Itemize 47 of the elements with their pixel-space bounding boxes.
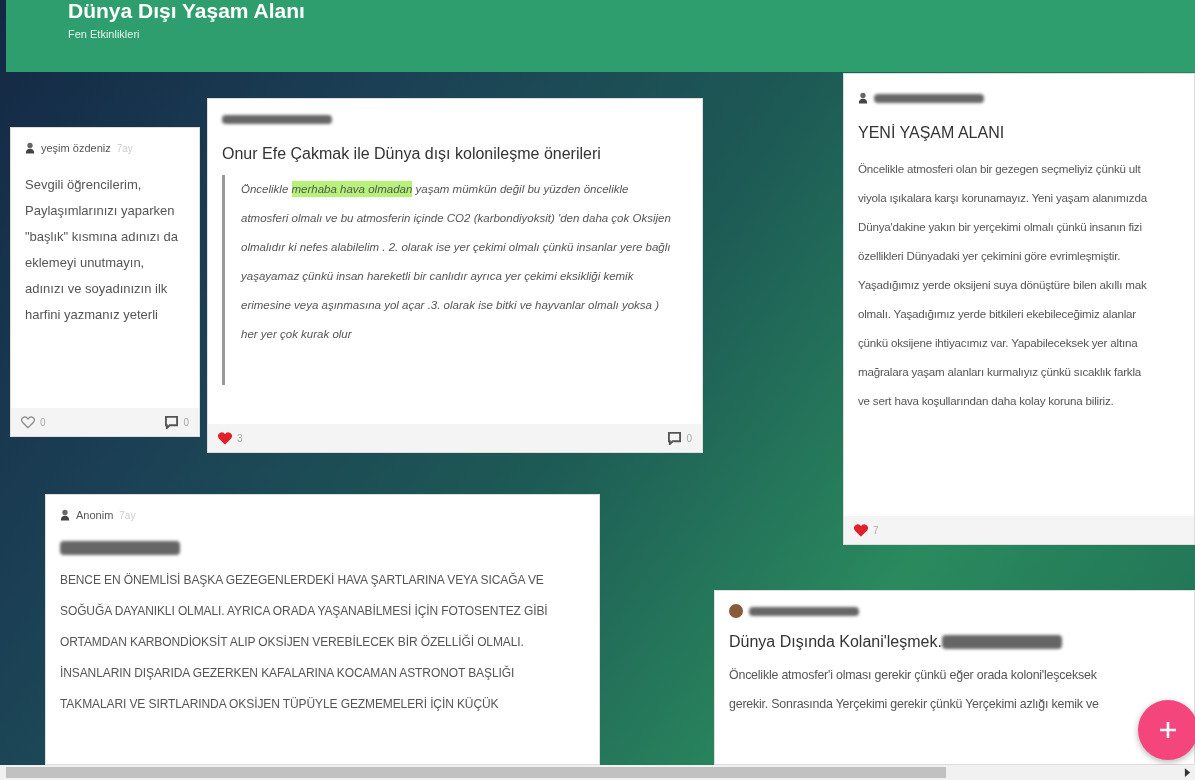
post-title: Onur Efe Çakmak ile Dünya dışı kolonileşme önerileri bbox=[222, 145, 601, 163]
horizontal-scrollbar[interactable] bbox=[0, 765, 1195, 780]
post-text-line: Öncelikle atmosfer'i olması gerekir çünkü eğer orada koloni'leşceksek bbox=[729, 667, 1098, 684]
post-text-line: BENCE EN ÖNEMLİSİ BAŞKA GEZEGENLERDEKİ HAVA ŞARTLARINA VEYA SICAĞA VE bbox=[60, 571, 545, 589]
post-text-line: TAKMALARI VE SIRTLARINDA OKSİJEN TÜPÜYLE GEZMEMELERİ İÇİN KÜÇÜK bbox=[60, 696, 500, 713]
author-name: Anonim bbox=[76, 509, 114, 521]
post-text-line: ORTAMDAN KARBONDİOKSİT ALIP OKSİJEN VEREBİLECEK BİR ÖZELLİĞİ OLMALI. bbox=[60, 633, 525, 651]
avatar-photo-placeholder bbox=[729, 604, 743, 618]
post-text-line: gerekir. Sonrasında Yerçekimi gerekir çünkü Yerçekimi azlığı kemik ve bbox=[729, 696, 1100, 713]
author-name: yeşim özdeniz bbox=[41, 142, 111, 154]
scroll-right-arrow-icon[interactable] bbox=[1184, 768, 1191, 777]
post-text-line: SOĞUĞA DAYANIKLI OLMALI. AYRICA ORADA YAŞANABİLMESİ İÇİN FOTOSENTEZ GİBİ bbox=[60, 602, 549, 620]
post-text-line: Dünya'dakine yakın bir yerçekimi olmalı çünkü insanın fizi bbox=[858, 219, 1143, 235]
post-text-line: "başlık" kısmına adınızı da bbox=[25, 228, 180, 246]
comment-count: 0 bbox=[183, 416, 189, 428]
post-text-line: eklemeyi unutmayın, bbox=[25, 254, 146, 272]
person-avatar-icon bbox=[25, 142, 35, 154]
comment-icon[interactable] bbox=[668, 431, 682, 445]
comment-icon[interactable] bbox=[165, 415, 179, 429]
post-text-line: Yaşadığımız yerde oksijeni suya dönüştüre bilen akıllı mak bbox=[858, 277, 1148, 293]
like-count: 3 bbox=[237, 432, 243, 444]
post-text-line: adınızı ve soyadınızın ilk bbox=[25, 280, 169, 298]
like-count: 7 bbox=[873, 524, 879, 536]
post-text-line: harfini yazmanız yeterli bbox=[25, 306, 159, 324]
plus-icon bbox=[1158, 720, 1178, 740]
post-text-line: özellikleri Dünyadaki yer çekimini göre evrimleşmiştir. bbox=[858, 248, 1122, 264]
post-text-line: çünkü oksijene ihtiyacımız var. Yapabileceksek yer altına bbox=[858, 335, 1139, 351]
heart-icon[interactable] bbox=[854, 523, 868, 537]
like-count: 0 bbox=[40, 416, 46, 428]
heart-icon[interactable] bbox=[21, 415, 35, 429]
post-title: Dünya Dışında Kolani'leşmek. bbox=[729, 633, 942, 651]
person-avatar-icon bbox=[858, 92, 868, 104]
post-text-line: Sevgili öğrencilerim, bbox=[25, 176, 143, 194]
post-text-line: viyola ışıkalara karşı korunamayız. Yeni yaşam alanımızda bbox=[858, 190, 1148, 206]
heart-icon[interactable] bbox=[218, 431, 232, 445]
board-title: Dünya Dışı Yaşam Alanı bbox=[68, 0, 306, 22]
post-text-line: olmalı. Yaşadığımız yerde bitkileri ekebileceğimiz alanlar bbox=[858, 306, 1137, 322]
post-text-line: ve sert hava koşullarından daha kolay koruna biliriz. bbox=[858, 393, 1115, 409]
scrollbar-thumb[interactable] bbox=[6, 767, 946, 778]
post-title: YENİ YAŞAM ALANI bbox=[858, 124, 1005, 142]
post-text-line: mağralara yaşam alanları kurmalıyız çünkü sıcaklık farkla bbox=[858, 364, 1143, 380]
post-text-line: Öncelikle atmosferi olan bir gezegen seçmeliyiz çünkü ult bbox=[858, 161, 1142, 177]
person-avatar-icon bbox=[60, 509, 70, 521]
comment-count: 0 bbox=[686, 432, 692, 444]
post-text-line: Paylaşımlarınızı yaparken bbox=[25, 202, 176, 220]
board-subtitle: Fen Etkinlikleri bbox=[68, 28, 141, 40]
post-text-line: İNSANLARIN DIŞARIDA GEZERKEN KAFALARINA KOCAMAN ASTRONOT BAŞLIĞI bbox=[60, 664, 516, 682]
